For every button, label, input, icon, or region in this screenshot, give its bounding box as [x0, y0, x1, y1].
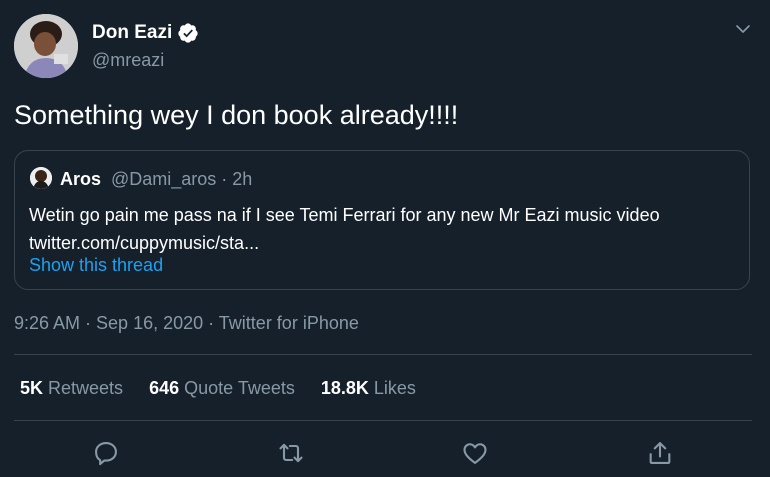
retweets-stat[interactable]: 5K Retweets	[20, 378, 123, 399]
divider	[14, 420, 752, 421]
retweet-icon	[279, 443, 303, 463]
author-avatar[interactable]	[14, 14, 78, 78]
like-icon	[463, 443, 487, 464]
chevron-down-icon[interactable]	[734, 20, 752, 38]
quoted-tweet-card[interactable]: Aros @Dami_aros · 2h Wetin go pain me pa…	[14, 150, 750, 290]
author-name-row[interactable]: Don Eazi	[92, 22, 199, 44]
quoted-handle-time: @Dami_aros · 2h	[111, 169, 253, 189]
share-button[interactable]	[646, 439, 674, 467]
quote-tweets-count: 646	[149, 378, 180, 398]
tweet-text: Something wey I don book already!!!!	[14, 100, 459, 130]
retweets-label: Retweets	[48, 378, 124, 398]
verified-badge-icon	[178, 23, 198, 43]
author-name[interactable]: Don Eazi	[92, 22, 172, 44]
divider	[14, 354, 752, 355]
quoted-link[interactable]: twitter.com/cuppymusic/sta...	[29, 229, 660, 257]
retweets-count: 5K	[20, 378, 44, 398]
quoted-text-line: Wetin go pain me pass na if I see Temi F…	[29, 205, 660, 225]
quote-tweets-stat[interactable]: 646 Quote Tweets	[149, 378, 295, 399]
show-thread-link[interactable]: Show this thread	[29, 255, 163, 276]
reply-icon	[95, 442, 117, 466]
tweet-timestamp[interactable]: 9:26 AM · Sep 16, 2020 · Twitter for iPh…	[14, 313, 359, 334]
retweet-button[interactable]	[277, 439, 305, 467]
quoted-text: Wetin go pain me pass na if I see Temi F…	[29, 201, 660, 257]
quoted-author-avatar	[30, 167, 52, 189]
quote-tweets-label: Quote Tweets	[184, 378, 295, 398]
likes-stat[interactable]: 18.8K Likes	[321, 378, 416, 399]
likes-count: 18.8K	[320, 378, 369, 398]
reply-button[interactable]	[92, 439, 120, 467]
author-handle[interactable]: @mreazi	[92, 50, 164, 71]
quoted-author-name: Aros	[60, 169, 102, 189]
likes-label: Likes	[373, 378, 416, 398]
tweet-stats: 5K Retweets 646 Quote Tweets 18.8K Likes	[20, 378, 442, 399]
like-button[interactable]	[461, 439, 489, 467]
tweet-actions-bar	[0, 439, 770, 469]
share-icon	[649, 442, 671, 464]
